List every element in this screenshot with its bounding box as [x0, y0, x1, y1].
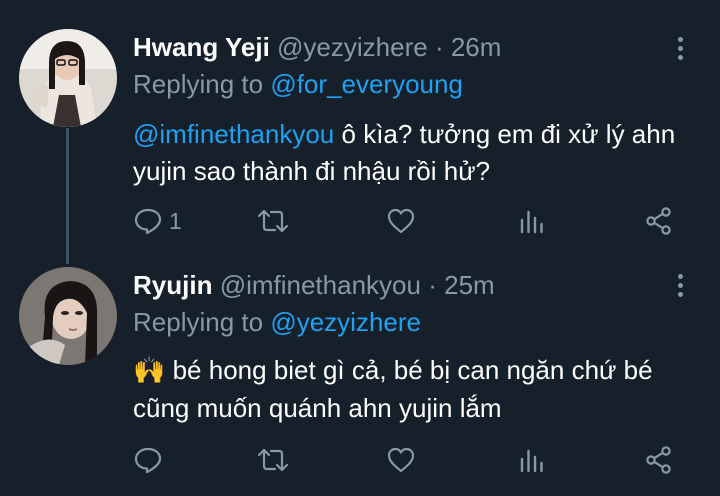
more-options-button[interactable]	[672, 37, 688, 63]
separator: ·	[434, 32, 444, 62]
replying-to-label: Replying to	[133, 307, 264, 337]
retweet-button[interactable]	[256, 444, 296, 476]
reply-button[interactable]	[133, 444, 169, 476]
tweet-header: Ryujin @imfinethankyou · 25m	[133, 270, 495, 300]
tweet-body: bé hong biet gì cả, bé bị can ngăn chứ b…	[133, 355, 653, 423]
share-icon	[646, 446, 671, 474]
analytics-icon	[520, 449, 543, 473]
analytics-button[interactable]	[518, 205, 546, 237]
replying-to-mention[interactable]: @for_everyoung	[270, 69, 463, 99]
reply-icon	[134, 208, 162, 235]
replying-to-mention[interactable]: @yezyizhere	[270, 307, 421, 337]
avatar-photo-icon	[19, 29, 117, 127]
more-options-button[interactable]	[672, 274, 688, 300]
avatar[interactable]	[19, 29, 117, 127]
tweet-thread: Hwang Yeji @yezyizhere · 26m Replying to…	[0, 0, 720, 496]
retweet-icon	[257, 448, 289, 472]
timestamp[interactable]: 26m	[451, 32, 502, 62]
reply-button[interactable]: 1	[133, 205, 182, 237]
tweet-text: 🙌 bé hong biet gì cả, bé bị can ngăn chứ…	[133, 352, 703, 427]
tweet-actions	[133, 444, 693, 476]
tweet-header: Hwang Yeji @yezyizhere · 26m	[133, 32, 501, 62]
tweet-actions: 1	[133, 205, 693, 237]
reply-icon	[134, 447, 162, 474]
display-name[interactable]: Hwang Yeji	[133, 32, 270, 62]
timestamp[interactable]: 25m	[444, 270, 495, 300]
share-icon	[646, 207, 671, 235]
user-handle[interactable]: @yezyizhere	[277, 32, 428, 62]
raising-hands-emoji: 🙌	[133, 356, 166, 386]
heart-icon	[387, 447, 415, 473]
replying-to-line: Replying to @yezyizhere	[133, 307, 421, 337]
reply-count: 1	[169, 207, 182, 234]
heart-icon	[387, 208, 415, 234]
share-button[interactable]	[644, 205, 674, 237]
avatar[interactable]	[19, 267, 117, 365]
retweet-button[interactable]	[256, 205, 296, 237]
analytics-button[interactable]	[518, 444, 546, 476]
text-mention[interactable]: @imfinethankyou	[133, 119, 334, 149]
like-button[interactable]	[386, 205, 422, 237]
retweet-icon	[257, 209, 289, 233]
display-name[interactable]: Ryujin	[133, 270, 212, 300]
analytics-icon	[520, 210, 543, 234]
tweet-text: @imfinethankyou ô kìa? tưởng em đi xử lý…	[133, 116, 703, 190]
more-icon	[672, 274, 688, 297]
replying-to-line: Replying to @for_everyoung	[133, 69, 463, 99]
user-handle[interactable]: @imfinethankyou	[220, 270, 421, 300]
avatar-photo-icon	[19, 267, 117, 365]
replying-to-label: Replying to	[133, 69, 264, 99]
thread-connector-line	[66, 128, 69, 264]
like-button[interactable]	[386, 444, 422, 476]
share-button[interactable]	[644, 444, 674, 476]
separator: ·	[428, 270, 437, 300]
more-icon	[672, 37, 688, 60]
